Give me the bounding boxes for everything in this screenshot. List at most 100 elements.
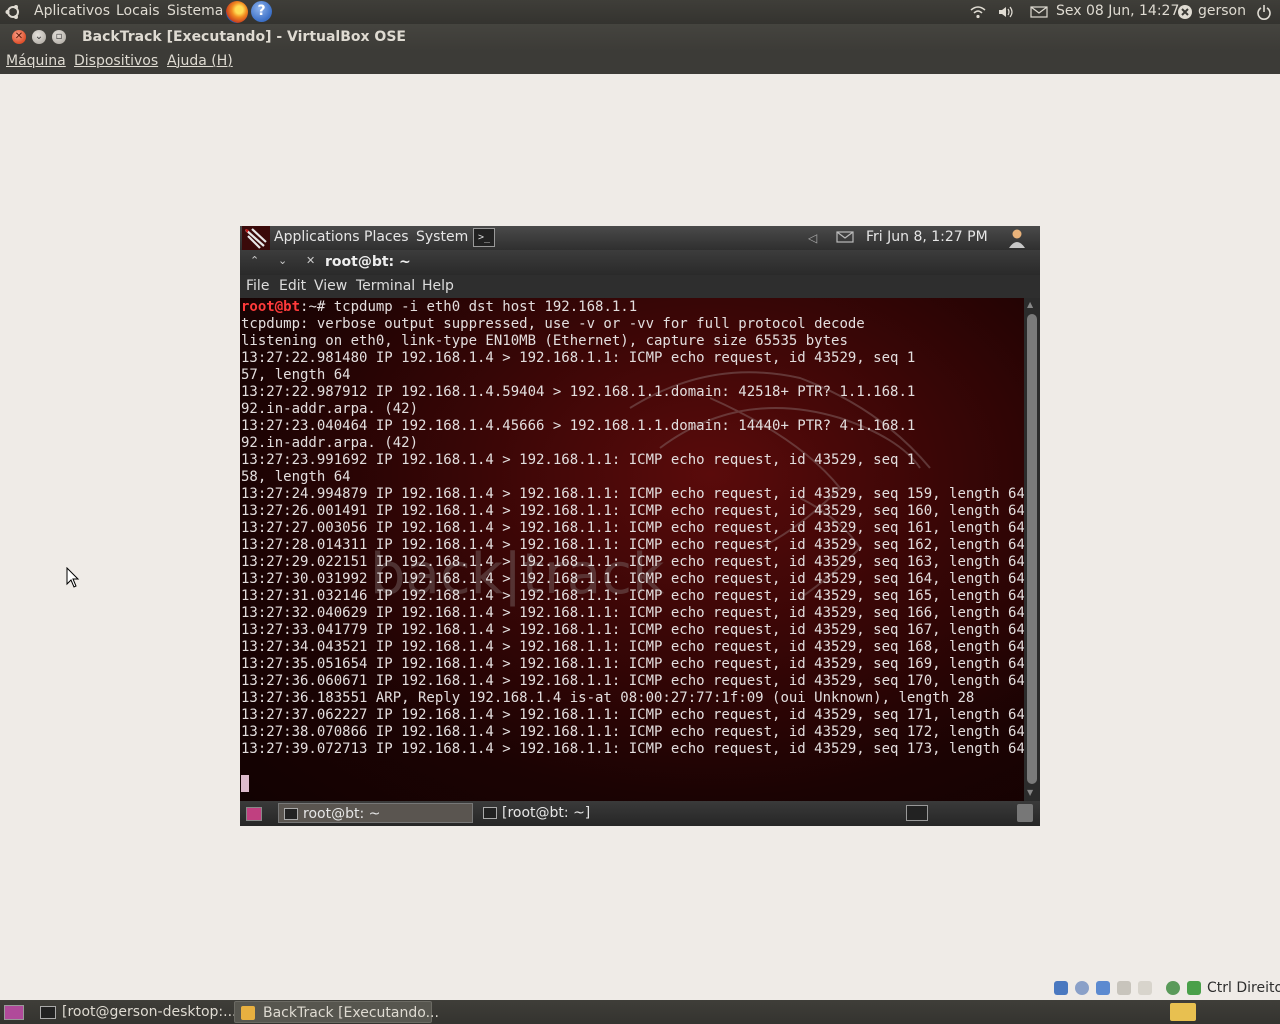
- terminal-menubar: File Edit View Terminal Help: [240, 275, 1040, 298]
- show-desktop-icon[interactable]: [246, 807, 262, 821]
- terminal-menu-file[interactable]: File: [246, 278, 269, 294]
- guest-screen[interactable]: Applications Places System >_ ◁ Fri Jun …: [240, 226, 1040, 826]
- window-minimize-button[interactable]: ⌄: [32, 30, 46, 44]
- terminal-output: tcpdump: verbose output suppressed, use …: [241, 316, 1024, 757]
- menu-dispositivos[interactable]: Dispositivos: [74, 53, 158, 69]
- terminal-line: 92.in-addr.arpa. (42): [241, 435, 419, 451]
- terminal-task-icon: [284, 808, 298, 820]
- backtrack-logo-icon[interactable]: [242, 226, 270, 250]
- network-icon[interactable]: [1096, 981, 1110, 995]
- firefox-icon[interactable]: [226, 1, 248, 23]
- menu-aplicativos[interactable]: Aplicativos: [34, 3, 110, 19]
- terminal-cursor: [241, 775, 249, 792]
- vbox-window-title: BackTrack [Executando] - VirtualBox OSE: [82, 29, 406, 45]
- terminal-line: listening on eth0, link-type EN10MB (Eth…: [241, 333, 848, 349]
- guest-taskbar: root@bt: ~ [root@bt: ~]: [240, 801, 1040, 826]
- terminal-menu-help[interactable]: Help: [422, 278, 454, 294]
- scroll-up-icon[interactable]: ▲: [1027, 300, 1033, 309]
- terminal-line: tcpdump: verbose output suppressed, use …: [241, 316, 865, 332]
- scrollbar-thumb[interactable]: [1027, 314, 1037, 784]
- terminal-line: 13:27:24.994879 IP 192.168.1.4 > 192.168…: [241, 486, 1024, 502]
- ubuntu-logo-icon[interactable]: [5, 4, 21, 20]
- terminal-titlebar[interactable]: ⌃ ⌄ ✕ root@bt: ~: [240, 250, 1040, 275]
- prompt-command: :~# tcpdump -i eth0 dst host 192.168.1.1: [300, 299, 638, 315]
- guest-volume-icon[interactable]: ◁: [808, 231, 817, 245]
- guest-task-label: [root@bt: ~]: [502, 805, 591, 821]
- mouse-integration-icon[interactable]: [1166, 981, 1180, 995]
- help-icon[interactable]: ?: [251, 1, 272, 22]
- cd-icon[interactable]: [1075, 981, 1089, 995]
- terminal-output-area[interactable]: back|track root@bt:~# tcpdump -i eth0 ds…: [240, 298, 1024, 801]
- host-bottom-panel: [root@gerson-desktop:... BackTrack [Exec…: [0, 1000, 1280, 1024]
- terminal-maximize-icon[interactable]: ⌃: [250, 254, 259, 267]
- terminal-minimize-icon[interactable]: ⌄: [278, 254, 287, 267]
- guest-task-terminal-1[interactable]: root@bt: ~: [278, 803, 473, 823]
- terminal-line: 13:27:36.060671 IP 192.168.1.4 > 192.168…: [241, 673, 1024, 689]
- mouse-pointer-icon: [66, 567, 80, 588]
- prompt-user: root@bt: [241, 299, 301, 315]
- terminal-line: 13:27:37.062227 IP 192.168.1.4 > 192.168…: [241, 707, 1024, 723]
- host-task-vbox[interactable]: BackTrack [Executando...: [234, 1001, 439, 1023]
- guest-mail-icon[interactable]: [836, 230, 854, 248]
- host-task-label: [root@gerson-desktop:...: [62, 1004, 237, 1020]
- user-status-icon[interactable]: [1176, 4, 1194, 20]
- terminal-line: 13:27:26.001491 IP 192.168.1.4 > 192.168…: [241, 503, 1024, 519]
- host-datetime[interactable]: Sex 08 Jun, 14:27: [1056, 3, 1179, 19]
- terminal-title: root@bt: ~: [325, 254, 411, 270]
- virtualbox-task-icon: [241, 1006, 255, 1020]
- terminal-line: 13:27:36.183551 ARP, Reply 192.168.1.4 i…: [241, 690, 975, 706]
- terminal-text: root@bt:~# tcpdump -i eth0 dst host 192.…: [241, 299, 1024, 792]
- terminal-line: 13:27:27.003056 IP 192.168.1.4 > 192.168…: [241, 520, 1024, 536]
- menu-ajuda[interactable]: Ajuda (H): [167, 53, 233, 69]
- terminal-line: 13:27:22.981480 IP 192.168.1.4 > 192.168…: [241, 350, 916, 366]
- terminal-line: 13:27:34.043521 IP 192.168.1.4 > 192.168…: [241, 639, 1024, 655]
- host-task-label: BackTrack [Executando...: [263, 1005, 439, 1021]
- guest-top-panel: Applications Places System >_ ◁ Fri Jun …: [240, 226, 1040, 250]
- terminal-line: 13:27:39.072713 IP 192.168.1.4 > 192.168…: [241, 741, 1024, 757]
- terminal-task-icon: [483, 807, 497, 819]
- terminal-close-icon[interactable]: ✕: [306, 254, 315, 267]
- terminal-menu-view[interactable]: View: [314, 278, 347, 294]
- vbox-titlebar[interactable]: ✕ ⌄ ▫ BackTrack [Executando] - VirtualBo…: [0, 24, 1280, 51]
- vbox-statusbar: Ctrl Direito: [0, 978, 1280, 1000]
- keyboard-capture-icon[interactable]: [1187, 981, 1201, 995]
- menu-sistema[interactable]: Sistema: [167, 3, 223, 19]
- guest-menu-system[interactable]: System: [416, 229, 468, 245]
- shared-folder-icon[interactable]: [1138, 981, 1152, 995]
- trash-icon[interactable]: [1017, 804, 1033, 822]
- terminal-line: 13:27:32.040629 IP 192.168.1.4 > 192.168…: [241, 605, 1024, 621]
- usb-icon[interactable]: [1117, 981, 1131, 995]
- terminal-line: 13:27:28.014311 IP 192.168.1.4 > 192.168…: [241, 537, 1024, 553]
- terminal-line: 13:27:23.040464 IP 192.168.1.4.45666 > 1…: [241, 418, 916, 434]
- guest-menu-applications[interactable]: Applications: [274, 229, 360, 245]
- show-desktop-icon[interactable]: [4, 1005, 24, 1020]
- host-task-terminal[interactable]: [root@gerson-desktop:...: [34, 1001, 236, 1023]
- menu-maquina[interactable]: Máquina: [6, 53, 66, 69]
- host-key-label: Ctrl Direito: [1207, 980, 1280, 996]
- terminal-menu-edit[interactable]: Edit: [279, 278, 306, 294]
- terminal-launcher-icon[interactable]: >_: [473, 228, 495, 247]
- terminal-line: 92.in-addr.arpa. (42): [241, 401, 419, 417]
- volume-icon[interactable]: [997, 4, 1015, 20]
- terminal-scrollbar[interactable]: ▲ ▼: [1024, 298, 1040, 801]
- window-close-button[interactable]: ✕: [12, 30, 26, 44]
- host-user[interactable]: gerson: [1198, 3, 1246, 19]
- guest-datetime[interactable]: Fri Jun 8, 1:27 PM: [866, 229, 988, 245]
- window-maximize-button[interactable]: ▫: [52, 30, 66, 44]
- terminal-task-icon: [40, 1006, 56, 1019]
- workspace-switcher[interactable]: [1170, 1003, 1196, 1021]
- terminal-line: 13:27:22.987912 IP 192.168.1.4.59404 > 1…: [241, 384, 916, 400]
- terminal-line: 13:27:23.991692 IP 192.168.1.4 > 192.168…: [241, 452, 916, 468]
- power-icon[interactable]: [1255, 4, 1273, 20]
- guest-task-terminal-2[interactable]: [root@bt: ~]: [478, 803, 673, 823]
- menu-locais[interactable]: Locais: [116, 3, 160, 19]
- guest-menu-places[interactable]: Places: [364, 229, 409, 245]
- terminal-line: 13:27:33.041779 IP 192.168.1.4 > 192.168…: [241, 622, 1024, 638]
- harddisk-icon[interactable]: [1054, 981, 1068, 995]
- workspace-switcher[interactable]: [906, 805, 928, 821]
- scroll-down-icon[interactable]: ▼: [1027, 788, 1033, 797]
- guest-task-label: root@bt: ~: [303, 806, 381, 822]
- terminal-menu-terminal[interactable]: Terminal: [356, 278, 415, 294]
- wifi-icon[interactable]: [969, 4, 987, 20]
- mail-icon[interactable]: [1030, 4, 1048, 20]
